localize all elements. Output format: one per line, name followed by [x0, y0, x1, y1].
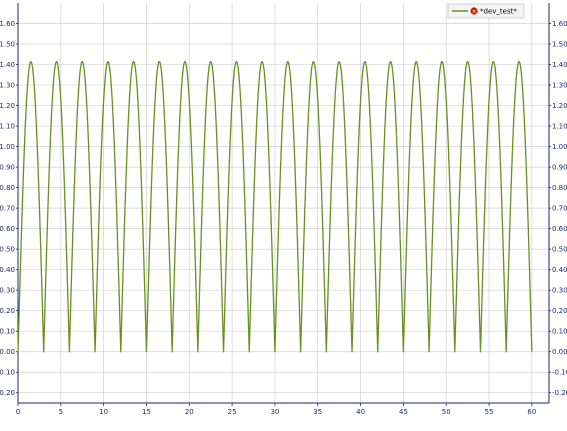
y-tick-label-right: 0.50: [552, 246, 567, 254]
x-tick-label: 35: [313, 408, 322, 416]
y-tick-label-right: 0.20: [552, 307, 567, 315]
y-tick-label-right: 0.80: [552, 184, 567, 192]
y-tick-label-right: 0.60: [552, 225, 567, 233]
x-tick-label: 50: [442, 408, 451, 416]
y-tick-label-right: -0.20: [552, 389, 567, 397]
y-tick-label-left: 0.00: [0, 348, 15, 356]
y-tick-label-left: 1.30: [0, 82, 15, 90]
y-tick-label-left: 1.00: [0, 143, 15, 151]
x-tick-label: 0: [16, 408, 20, 416]
x-tick-label: 20: [185, 408, 194, 416]
chart-canvas: 1.60 1.50 1.40 1.30 1.20 1.10 1.00 0.90 0.80 0.70…: [0, 3, 567, 416]
x-tick-label: 60: [527, 408, 536, 416]
y-tick-labels-right: 1.60 1.50 1.40 1.30 1.20 1.10 1.00 0.90 0.80 0.70…: [549, 20, 567, 397]
y-tick-label-right: 1.20: [552, 102, 567, 110]
y-tick-label-right: 0.70: [552, 205, 567, 213]
axes: [17, 3, 550, 404]
x-tick-label: 10: [99, 408, 108, 416]
y-tick-label-left: 1.60: [0, 20, 15, 28]
y-tick-label-right: 1.40: [552, 61, 567, 69]
y-tick-labels-left: 1.60 1.50 1.40 1.30 1.20 1.10 1.00 0.90 0.80 0.70…: [0, 20, 18, 397]
y-tick-label-left: 0.90: [0, 164, 15, 172]
x-tick-label: 45: [399, 408, 408, 416]
x-tick-label: 15: [142, 408, 151, 416]
y-tick-label-left: 0.70: [0, 205, 15, 213]
y-tick-label-right: 1.60: [552, 20, 567, 28]
y-tick-label-left: 1.10: [0, 123, 15, 131]
y-tick-label-left: -0.10: [0, 369, 15, 377]
chart: 1.60 1.50 1.40 1.30 1.20 1.10 1.00 0.90 0.80 0.70…: [0, 0, 567, 431]
y-tick-label-left: 0.20: [0, 307, 15, 315]
y-tick-label-right: 0.10: [552, 328, 567, 336]
x-tick-labels: 0 5 10 15 20 25 30 35 40 45 50 55 60: [16, 403, 536, 416]
grid: [17, 3, 549, 403]
legend[interactable]: × *dev_test*: [447, 3, 525, 19]
x-tick-label: 55: [485, 408, 494, 416]
y-tick-label-right: 0.30: [552, 287, 567, 295]
y-tick-label-left: 1.50: [0, 41, 15, 49]
y-tick-label-right: 1.50: [552, 41, 567, 49]
y-tick-label-left: 1.40: [0, 61, 15, 69]
x-tick-label: 5: [59, 408, 63, 416]
y-tick-label-right: 0.00: [552, 348, 567, 356]
y-tick-label-right: 0.40: [552, 266, 567, 274]
x-tick-label: 40: [356, 408, 365, 416]
y-tick-label-left: 0.80: [0, 184, 15, 192]
x-tick-label: 30: [270, 408, 279, 416]
y-tick-label-right: 0.90: [552, 164, 567, 172]
y-tick-label-left: -0.20: [0, 389, 15, 397]
y-tick-label-right: -0.10: [552, 369, 567, 377]
y-tick-label-right: 1.30: [552, 82, 567, 90]
y-tick-label-left: 0.30: [0, 287, 15, 295]
y-tick-label-left: 0.60: [0, 225, 15, 233]
y-tick-label-left: 0.50: [0, 246, 15, 254]
y-tick-label-left: 0.40: [0, 266, 15, 274]
close-icon: ×: [472, 9, 477, 15]
x-tick-label: 25: [228, 408, 237, 416]
y-tick-label-right: 1.10: [552, 123, 567, 131]
y-tick-label-right: 1.00: [552, 143, 567, 151]
y-tick-label-left: 1.20: [0, 102, 15, 110]
y-tick-label-left: 0.10: [0, 328, 15, 336]
legend-label: *dev_test*: [480, 8, 517, 16]
